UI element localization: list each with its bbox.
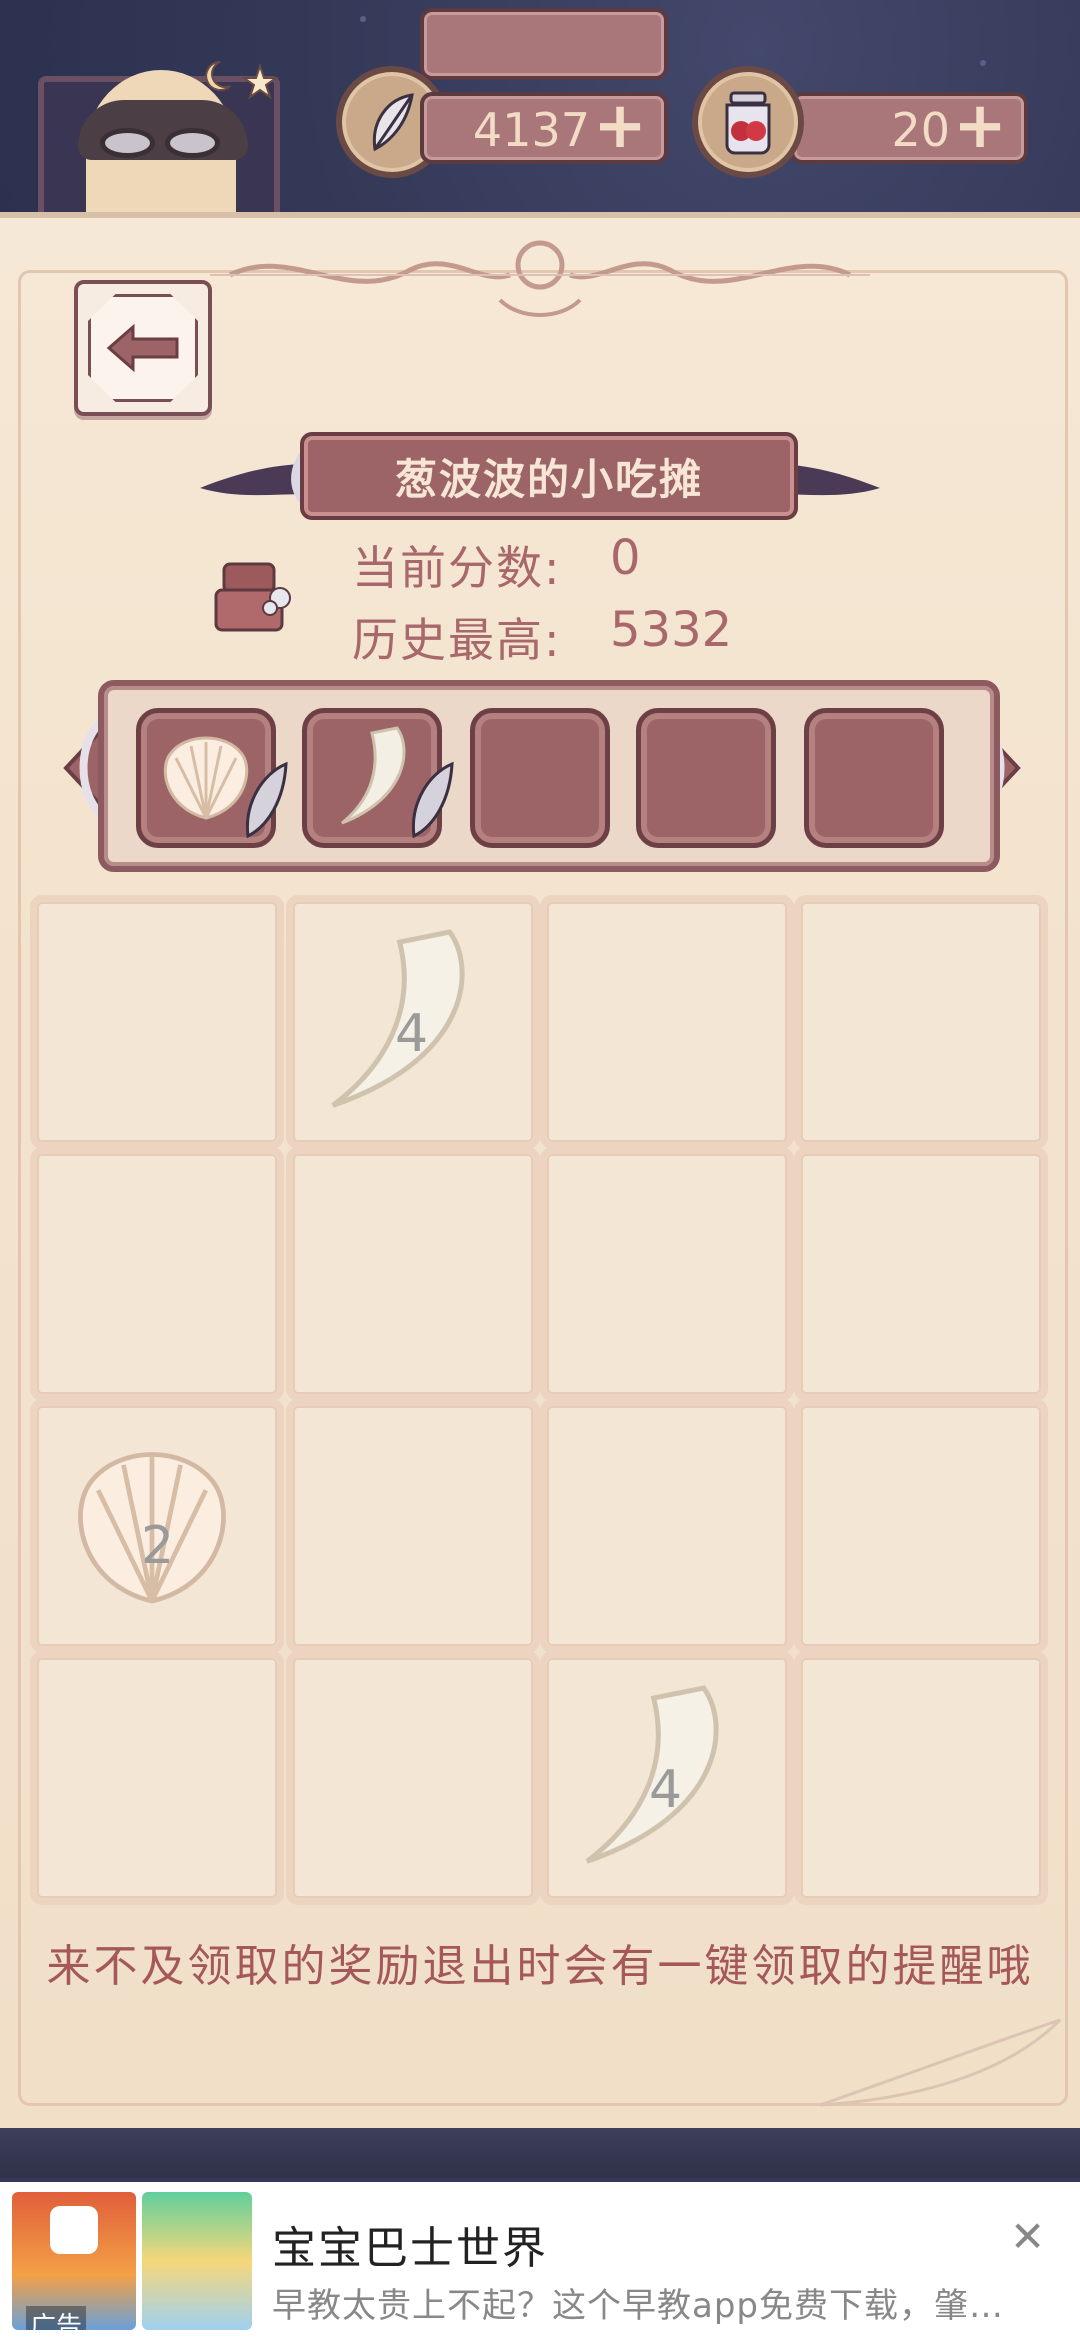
feather-currency-pill [420, 8, 668, 80]
top-ornament-icon [210, 240, 870, 317]
star-decoration [980, 60, 986, 66]
board-cell[interactable]: 2 [30, 1399, 284, 1653]
board-cell[interactable]: 4 [540, 1651, 794, 1905]
tile-value: 4 [649, 1760, 683, 1820]
high-score-label: 历史最高: [352, 613, 562, 667]
ad-thumbnail[interactable]: 广告 [12, 2192, 136, 2330]
ad-tag: 广告 [26, 2306, 87, 2330]
jar-currency-circle [692, 66, 804, 178]
back-button-frame [88, 294, 198, 402]
berry-jar-icon [725, 91, 771, 155]
board-cell[interactable] [30, 1651, 284, 1905]
ad-description[interactable]: 早教太贵上不起？这个早教app免费下载，肇… [272, 2278, 1004, 2327]
board-cell[interactable] [794, 1399, 1048, 1653]
close-icon[interactable]: ✕ [1010, 2212, 1045, 2261]
feather-icon [245, 761, 288, 839]
collection-slot-empty [470, 708, 610, 848]
feather-icon [411, 761, 454, 839]
collection-slot-empty [636, 708, 776, 848]
panel-bottom-edge [0, 2128, 1080, 2178]
treasure-box-icon [214, 562, 291, 632]
ad-banner[interactable]: 广告 宝宝巴士世界 早教太贵上不起？这个早教app免费下载，肇… ✕ [0, 2182, 1080, 2340]
add-feather-button[interactable]: + [592, 94, 648, 158]
title-plate: 葱波波的小吃摊 [300, 432, 798, 520]
star-decoration [360, 16, 366, 22]
board-cell[interactable] [794, 895, 1048, 1149]
current-score-value: 0 [610, 530, 641, 586]
board-cell[interactable] [286, 1399, 540, 1653]
feather-currency-value: 4137 [472, 103, 590, 157]
current-score-label: 当前分数: [352, 541, 562, 595]
moon-star-ornament-icon [205, 61, 280, 100]
back-button[interactable] [74, 280, 212, 416]
tile-value: 2 [141, 1516, 175, 1576]
board-cell[interactable] [286, 1147, 540, 1401]
collection-slot-empty [804, 708, 944, 848]
board-cell[interactable] [30, 1147, 284, 1401]
reward-hint: 来不及领取的奖励退出时会有一键领取的提醒哦 [46, 1941, 1034, 1992]
board-cell[interactable]: 4 [286, 895, 540, 1149]
ad-title[interactable]: 宝宝巴士世界 [272, 2212, 548, 2276]
board-cell[interactable] [540, 1147, 794, 1401]
high-score-value: 5332 [610, 602, 733, 658]
avatar-goggles [100, 128, 220, 158]
feather-icon [372, 93, 414, 152]
board-cell[interactable] [30, 895, 284, 1149]
board-cell[interactable] [794, 1147, 1048, 1401]
board-cell[interactable] [540, 895, 794, 1149]
feather-quill-decoration-icon [819, 2018, 1062, 2107]
game-title: 葱波波的小吃摊 [394, 454, 703, 504]
arrow-left-icon [106, 323, 179, 373]
jar-currency-value: 20 [891, 103, 950, 157]
board-cell[interactable] [286, 1651, 540, 1905]
board-cell[interactable] [540, 1399, 794, 1653]
ad-thumbnail[interactable] [142, 2192, 252, 2330]
app-logo-icon [50, 2206, 98, 2254]
board-cell[interactable] [794, 1651, 1048, 1905]
game-board: 4 2 4 [30, 895, 1050, 1911]
add-jar-button[interactable]: + [952, 94, 1008, 158]
tile-value: 4 [395, 1004, 429, 1064]
